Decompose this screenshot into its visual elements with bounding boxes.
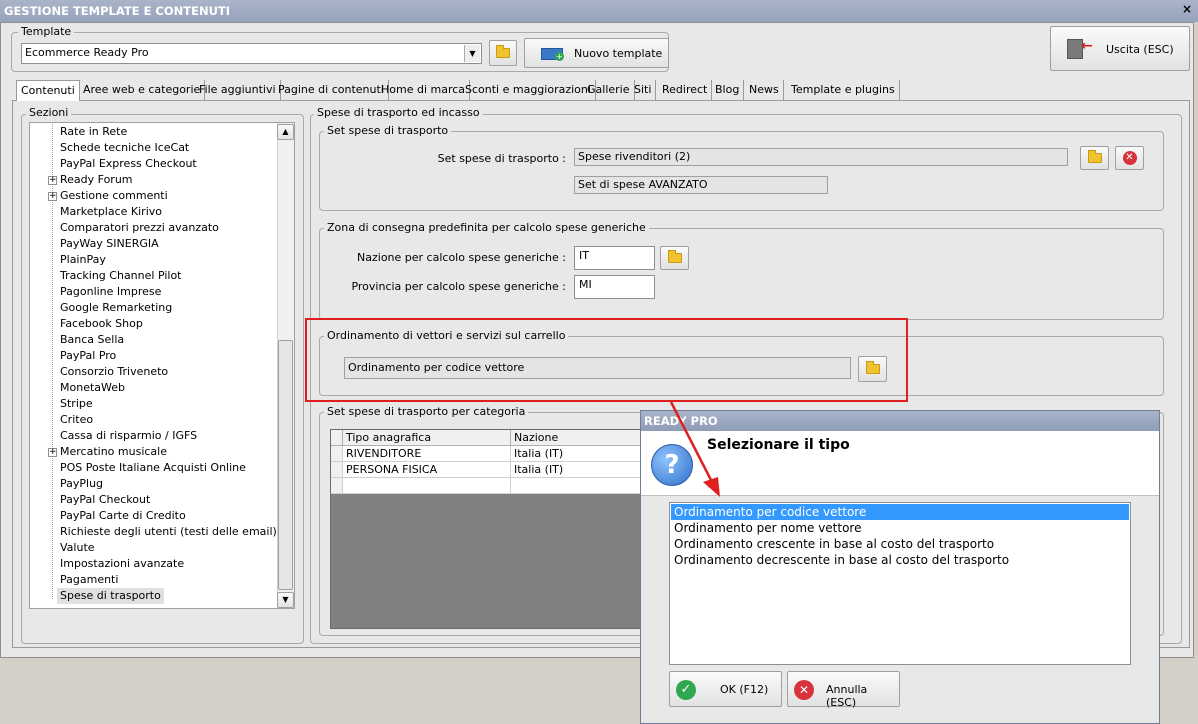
arrowhead bbox=[703, 477, 720, 497]
red-arrow bbox=[669, 401, 720, 497]
arrow-line bbox=[669, 401, 714, 483]
